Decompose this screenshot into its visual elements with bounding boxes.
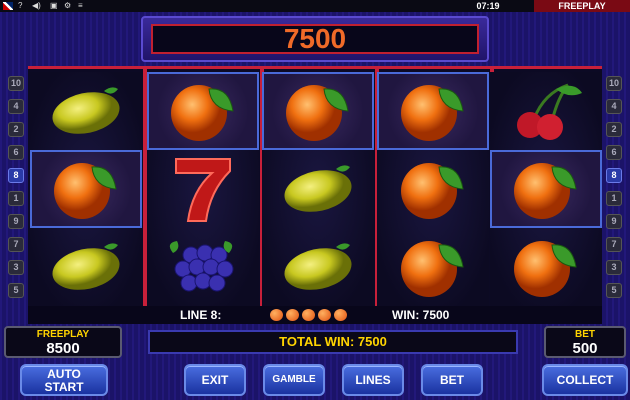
- line-label: LINE 8:: [180, 308, 222, 322]
- gamble-button[interactable]: GAMBLE: [263, 364, 325, 396]
- reel-4: [377, 72, 489, 306]
- line-number-2[interactable]: 2: [606, 122, 622, 137]
- orange-icon: [318, 309, 331, 321]
- auto-start-button[interactable]: AUTO START: [20, 364, 108, 396]
- seven-icon: [147, 150, 259, 228]
- orange-icon: [377, 150, 489, 228]
- reel-3: [262, 72, 374, 306]
- line-number-4[interactable]: 4: [606, 99, 622, 114]
- reel-2: [147, 72, 259, 306]
- line-number-5[interactable]: 5: [606, 283, 622, 298]
- orange-icon: [30, 150, 142, 228]
- win-amount: 7500: [151, 24, 479, 54]
- fullscreen-icon[interactable]: ▣: [50, 1, 58, 11]
- lemon-icon: [30, 72, 142, 150]
- win-display: 7500: [141, 16, 489, 62]
- bet-box: BET 500: [544, 326, 626, 358]
- orange-icon: [302, 309, 315, 321]
- line-number-5[interactable]: 5: [8, 283, 24, 298]
- reel-1: [30, 72, 142, 306]
- help-icon[interactable]: ?: [18, 1, 22, 11]
- auto-start-label-2: START: [44, 380, 84, 394]
- line-number-8[interactable]: 8: [606, 168, 622, 183]
- clock: 07:19: [476, 1, 500, 11]
- lemon-icon: [30, 228, 142, 306]
- settings-icon[interactable]: ⚙: [64, 1, 71, 11]
- menu-icon[interactable]: ≡: [78, 1, 83, 11]
- orange-icon: [262, 72, 374, 150]
- lemon-icon: [262, 150, 374, 228]
- line-number-8[interactable]: 8: [8, 168, 24, 183]
- line-number-7[interactable]: 7: [8, 237, 24, 252]
- uk-flag-icon[interactable]: [3, 2, 13, 10]
- reel-5: [490, 72, 602, 306]
- winning-symbols-icons: [270, 309, 347, 321]
- mode-badge: FREEPLAY: [534, 0, 630, 12]
- bet-button[interactable]: BET: [421, 364, 483, 396]
- line-number-2[interactable]: 2: [8, 122, 24, 137]
- orange-icon: [334, 309, 347, 321]
- line-number-6[interactable]: 6: [606, 145, 622, 160]
- line-number-1[interactable]: 1: [606, 191, 622, 206]
- orange-icon: [490, 228, 602, 306]
- line-number-3[interactable]: 3: [606, 260, 622, 275]
- orange-icon: [490, 150, 602, 228]
- total-win: TOTAL WIN: 7500: [148, 330, 518, 354]
- orange-icon: [270, 309, 283, 321]
- orange-icon: [147, 72, 259, 150]
- line-number-7[interactable]: 7: [606, 237, 622, 252]
- orange-icon: [286, 309, 299, 321]
- line-number-10[interactable]: 10: [606, 76, 622, 91]
- line-number-9[interactable]: 9: [606, 214, 622, 229]
- balance-value: 8500: [46, 340, 80, 357]
- line-number-10[interactable]: 10: [8, 76, 24, 91]
- grapes-icon: [147, 228, 259, 306]
- reels-area: [28, 66, 602, 306]
- orange-icon: [377, 72, 489, 150]
- lines-button[interactable]: LINES: [342, 364, 404, 396]
- collect-button[interactable]: COLLECT: [542, 364, 628, 396]
- exit-button[interactable]: EXIT: [184, 364, 246, 396]
- lemon-icon: [262, 228, 374, 306]
- sound-icon[interactable]: ◀): [32, 1, 41, 11]
- line-number-1[interactable]: 1: [8, 191, 24, 206]
- win-line-info: LINE 8: WIN: 7500: [28, 306, 602, 324]
- line-number-4[interactable]: 4: [8, 99, 24, 114]
- line-number-6[interactable]: 6: [8, 145, 24, 160]
- line-win: WIN: 7500: [392, 308, 450, 322]
- bet-value: 500: [572, 340, 598, 357]
- line-number-3[interactable]: 3: [8, 260, 24, 275]
- orange-icon: [377, 228, 489, 306]
- balance-box: FREEPLAY 8500: [4, 326, 122, 358]
- line-number-9[interactable]: 9: [8, 214, 24, 229]
- status-bar: ? ◀) ▣ ⚙ ≡ 07:19 FREEPLAY: [0, 0, 630, 12]
- cherries-icon: [490, 72, 602, 150]
